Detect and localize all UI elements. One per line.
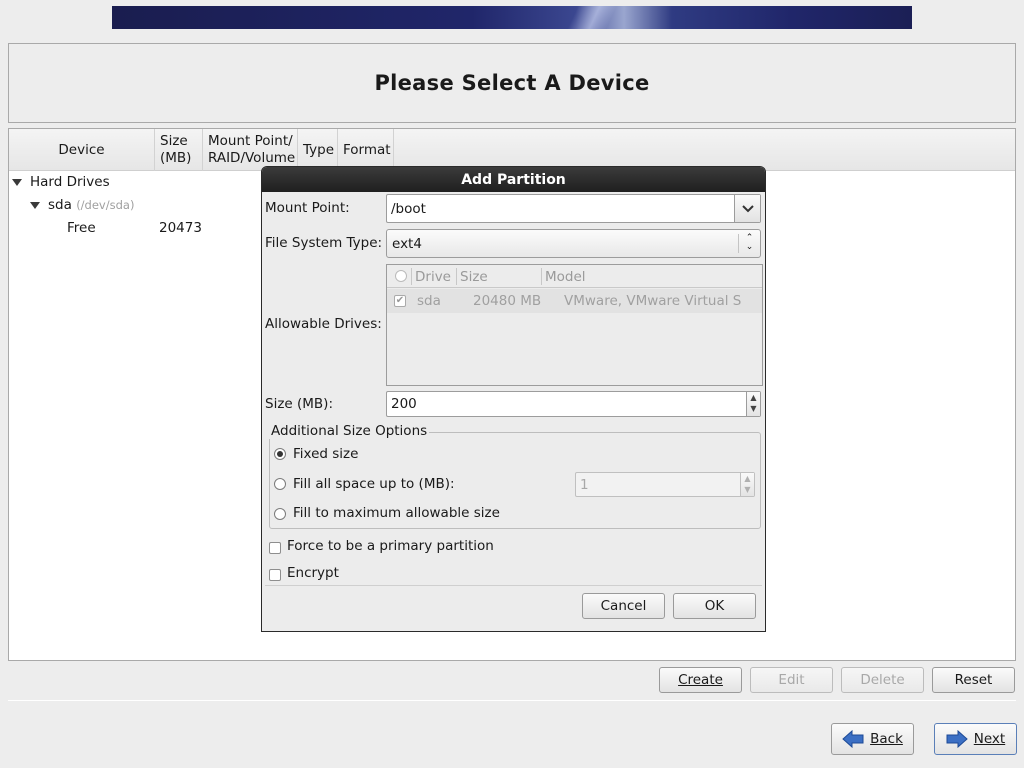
ok-button[interactable]: OK bbox=[673, 593, 756, 619]
edit-label: Edit bbox=[778, 672, 805, 688]
encrypt-checkbox[interactable] bbox=[269, 569, 281, 581]
column-format[interactable]: Format bbox=[338, 129, 394, 171]
spin-arrows-icon[interactable]: ▲ ▼ bbox=[740, 473, 754, 496]
fill-upto-value: 1 bbox=[580, 476, 589, 493]
encrypt-label[interactable]: Encrypt bbox=[287, 565, 339, 581]
fill-upto-spinbox[interactable]: 1 ▲ ▼ bbox=[575, 472, 755, 497]
drive-checkbox[interactable]: ✔ bbox=[394, 295, 406, 307]
column-mount-point[interactable]: Mount Point/ RAID/Volume bbox=[203, 129, 298, 171]
expander-icon[interactable] bbox=[30, 201, 40, 209]
back-button[interactable]: Back bbox=[831, 723, 914, 755]
chevron-down-icon[interactable] bbox=[734, 195, 760, 222]
drives-col-model: Model bbox=[545, 269, 586, 285]
ok-label: OK bbox=[704, 598, 725, 614]
column-size[interactable]: Size (MB) bbox=[155, 129, 203, 171]
dialog-title: Add Partition bbox=[262, 167, 765, 192]
size-label: Size (MB): bbox=[265, 396, 333, 412]
back-arrow-icon bbox=[842, 730, 864, 748]
separator bbox=[8, 700, 1016, 701]
primary-partition-checkbox[interactable] bbox=[269, 542, 281, 554]
edit-button[interactable]: Edit bbox=[750, 667, 833, 693]
cancel-button[interactable]: Cancel bbox=[582, 593, 665, 619]
drive-row[interactable]: ✔ sda 20480 MB VMware, VMware Virtual S bbox=[387, 289, 762, 313]
reset-button[interactable]: Reset bbox=[932, 667, 1015, 693]
fixed-size-label[interactable]: Fixed size bbox=[293, 446, 358, 462]
next-arrow-icon bbox=[946, 730, 968, 748]
spin-arrows-icon[interactable]: ▲ ▼ bbox=[746, 392, 760, 416]
drives-col-drive: Drive bbox=[415, 269, 451, 285]
drive-model: VMware, VMware Virtual S bbox=[564, 293, 742, 309]
allowable-drives-label: Allowable Drives: bbox=[265, 316, 382, 332]
column-device[interactable]: Device bbox=[9, 129, 155, 171]
title-panel: Please Select A Device bbox=[8, 43, 1016, 123]
create-button[interactable]: Create bbox=[659, 667, 742, 693]
drive-name: sda bbox=[417, 293, 441, 309]
tree-row-hard-drives[interactable]: Hard Drives bbox=[12, 174, 110, 190]
allowable-drives-list[interactable]: Drive Size Model ✔ sda 20480 MB VMware, … bbox=[386, 264, 763, 386]
dialog-separator bbox=[265, 585, 762, 586]
fill-max-radio[interactable] bbox=[274, 508, 286, 520]
tree-label-free: Free bbox=[67, 220, 96, 236]
header-banner bbox=[112, 6, 912, 29]
drive-size: 20480 MB bbox=[473, 293, 542, 309]
fill-upto-radio[interactable] bbox=[274, 478, 286, 490]
size-spinbox[interactable]: 200 ▲ ▼ bbox=[386, 391, 761, 417]
fill-upto-label[interactable]: Fill all space up to (MB): bbox=[293, 476, 455, 492]
cancel-label: Cancel bbox=[600, 598, 647, 614]
tree-label-disk: sda bbox=[48, 197, 72, 213]
free-size-cell: 20473 bbox=[159, 220, 202, 236]
mount-point-value: /boot bbox=[391, 200, 426, 217]
table-header: Device Size (MB) Mount Point/ RAID/Volum… bbox=[9, 129, 1015, 171]
delete-label: Delete bbox=[860, 672, 905, 688]
next-button[interactable]: Next bbox=[934, 723, 1017, 755]
fixed-size-radio[interactable] bbox=[274, 448, 286, 460]
next-label: Next bbox=[973, 731, 1006, 747]
fs-type-select[interactable]: ext4 ⌃ ⌄ bbox=[386, 229, 761, 258]
primary-partition-label[interactable]: Force to be a primary partition bbox=[287, 538, 494, 554]
mount-point-combo[interactable]: /boot bbox=[386, 194, 761, 223]
back-label: Back bbox=[870, 731, 903, 747]
size-value: 200 bbox=[391, 396, 417, 412]
fill-max-label[interactable]: Fill to maximum allowable size bbox=[293, 505, 500, 521]
create-label: Create bbox=[678, 672, 723, 688]
updown-icon: ⌃ ⌄ bbox=[738, 234, 760, 253]
delete-button[interactable]: Delete bbox=[841, 667, 924, 693]
fs-type-label: File System Type: bbox=[265, 235, 383, 251]
drives-col-size: Size bbox=[460, 269, 488, 285]
expander-icon[interactable] bbox=[12, 178, 22, 186]
size-options-legend: Additional Size Options bbox=[269, 423, 430, 439]
disk-path: (/dev/sda) bbox=[76, 198, 135, 212]
drives-header: Drive Size Model bbox=[387, 265, 762, 288]
add-partition-dialog: Add Partition Mount Point: /boot File Sy… bbox=[261, 166, 766, 632]
mount-point-label: Mount Point: bbox=[265, 200, 350, 216]
tree-row-sda[interactable]: sda (/dev/sda) bbox=[30, 197, 134, 213]
tree-row-free[interactable]: Free bbox=[67, 220, 96, 236]
select-all-icon bbox=[395, 270, 407, 282]
reset-label: Reset bbox=[954, 672, 993, 688]
tree-label-hard-drives: Hard Drives bbox=[30, 174, 110, 190]
column-type[interactable]: Type bbox=[298, 129, 338, 171]
page-title: Please Select A Device bbox=[374, 71, 650, 95]
fs-type-value: ext4 bbox=[392, 235, 422, 252]
